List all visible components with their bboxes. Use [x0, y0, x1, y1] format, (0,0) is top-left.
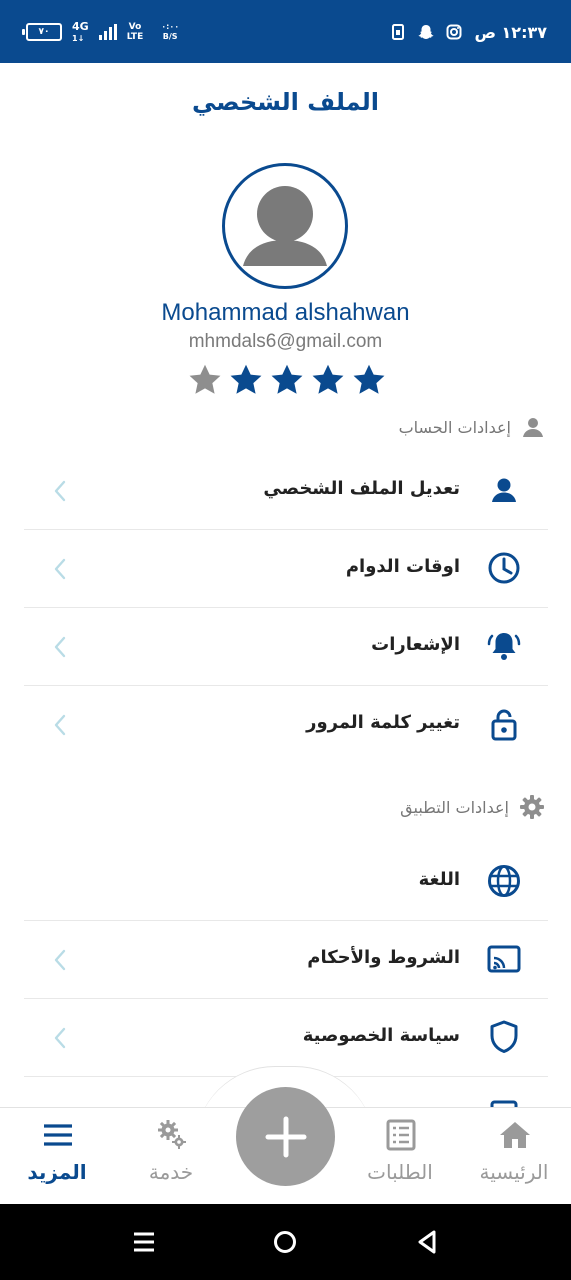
star-icon-empty: [189, 364, 221, 394]
volte-indicator: Vo LTE: [127, 22, 144, 42]
chevron-left-icon: [54, 636, 66, 658]
volte-top: Vo: [128, 22, 142, 32]
nav-item-label: المزيد: [27, 1160, 87, 1184]
nav-item-service[interactable]: خدمة: [116, 1108, 226, 1205]
bell-icon: [487, 633, 521, 660]
volte-bottom: LTE: [126, 32, 144, 42]
recent-apps-icon[interactable]: [130, 1228, 158, 1256]
nav-item-label: الرئيسية: [479, 1160, 549, 1184]
network-indicator: 4G 1↓: [72, 21, 89, 44]
account-section-header: إعدادات الحساب: [399, 412, 545, 442]
star-icon-filled: [230, 364, 262, 394]
shield-icon: [490, 1020, 518, 1053]
sim-icon: [390, 24, 406, 40]
menu-item-label: اوقات الدوام: [345, 556, 460, 577]
menu-item-label: تعديل الملف الشخصي: [263, 478, 460, 499]
menu-item-label: اللغة: [418, 869, 460, 890]
instagram-icon: [446, 24, 462, 40]
menu-item-change-password[interactable]: تغيير كلمة المرور: [24, 686, 548, 764]
home-icon: [500, 1122, 530, 1148]
chevron-left-icon: [54, 714, 66, 736]
battery-level: ٧٠: [38, 27, 50, 37]
chevron-left-icon: [54, 1027, 66, 1049]
avatar[interactable]: [222, 163, 348, 289]
avatar-person-icon: [243, 186, 327, 266]
cast-icon: [487, 945, 521, 973]
back-icon[interactable]: [414, 1228, 442, 1256]
signal-icon: [98, 24, 117, 40]
chevron-left-icon: [54, 949, 66, 971]
person-icon: [492, 478, 516, 502]
home-button-icon[interactable]: [271, 1228, 299, 1256]
star-icon-filled: [271, 364, 303, 394]
nav-item-orders[interactable]: الطلبات: [345, 1108, 455, 1205]
orders-icon: [386, 1119, 416, 1151]
lock-icon: [491, 709, 517, 741]
clock-icon: [488, 552, 520, 584]
plus-icon: [265, 1116, 306, 1157]
chevron-left-icon: [54, 558, 66, 580]
nav-item-home[interactable]: الرئيسية: [459, 1108, 569, 1205]
gears-icon: [158, 1120, 186, 1149]
menu-item-label: الشروط والأحكام: [307, 947, 460, 968]
nav-item-label: الطلبات: [367, 1160, 433, 1184]
gear-icon: [520, 795, 544, 819]
menu-item-label: الإشعارات: [371, 634, 460, 655]
menu-item-label: سياسة الخصوصية: [302, 1025, 460, 1046]
snapchat-icon: [418, 24, 434, 40]
network-sub: 1↓: [72, 33, 85, 43]
user-name: Mohammad alshahwan: [161, 299, 410, 326]
menu-item-terms[interactable]: الشروط والأحكام: [24, 921, 548, 999]
user-email: mhmdals6@gmail.com: [188, 331, 383, 352]
menu-icon: [44, 1124, 72, 1146]
chevron-left-icon: [54, 480, 66, 502]
globe-icon: [488, 865, 520, 897]
add-button[interactable]: [236, 1087, 335, 1186]
app-section-header: إعدادات التطبيق: [400, 792, 545, 822]
status-bar: ٧٠ 4G 1↓ Vo LTE ٠:٠٠ B/S ١٢:٣٧ ص: [0, 0, 571, 63]
menu-item-edit-profile[interactable]: تعديل الملف الشخصي: [24, 452, 548, 530]
status-right: ١٢:٣٧ ص: [390, 18, 547, 46]
page-title: الملف الشخصي: [192, 88, 379, 116]
rating-stars: [187, 362, 387, 400]
status-left: ٧٠ 4G 1↓ Vo LTE ٠:٠٠ B/S: [22, 18, 179, 46]
menu-item-label: تغيير كلمة المرور: [306, 712, 460, 733]
account-section-title: إعدادات الحساب: [398, 417, 511, 437]
nav-item-more[interactable]: المزيد: [2, 1108, 112, 1205]
battery-icon: ٧٠: [22, 23, 62, 41]
app-section-title: إعدادات التطبيق: [400, 797, 509, 817]
network-type: 4G: [72, 19, 89, 33]
star-icon-filled: [353, 364, 385, 394]
system-navigation-bar: [0, 1204, 571, 1280]
status-time: ١٢:٣٧ ص: [474, 22, 547, 42]
speed-top: ٠:٠٠: [161, 22, 180, 31]
star-icon-filled: [312, 364, 344, 394]
person-icon: [523, 418, 543, 437]
nav-item-label: خدمة: [148, 1160, 194, 1184]
menu-item-notifications[interactable]: الإشعارات: [24, 608, 548, 686]
speed-indicator: ٠:٠٠ B/S: [161, 22, 179, 42]
speed-bottom: B/S: [162, 32, 178, 41]
menu-item-working-hours[interactable]: اوقات الدوام: [24, 530, 548, 608]
menu-item-language[interactable]: اللغة: [24, 843, 548, 921]
